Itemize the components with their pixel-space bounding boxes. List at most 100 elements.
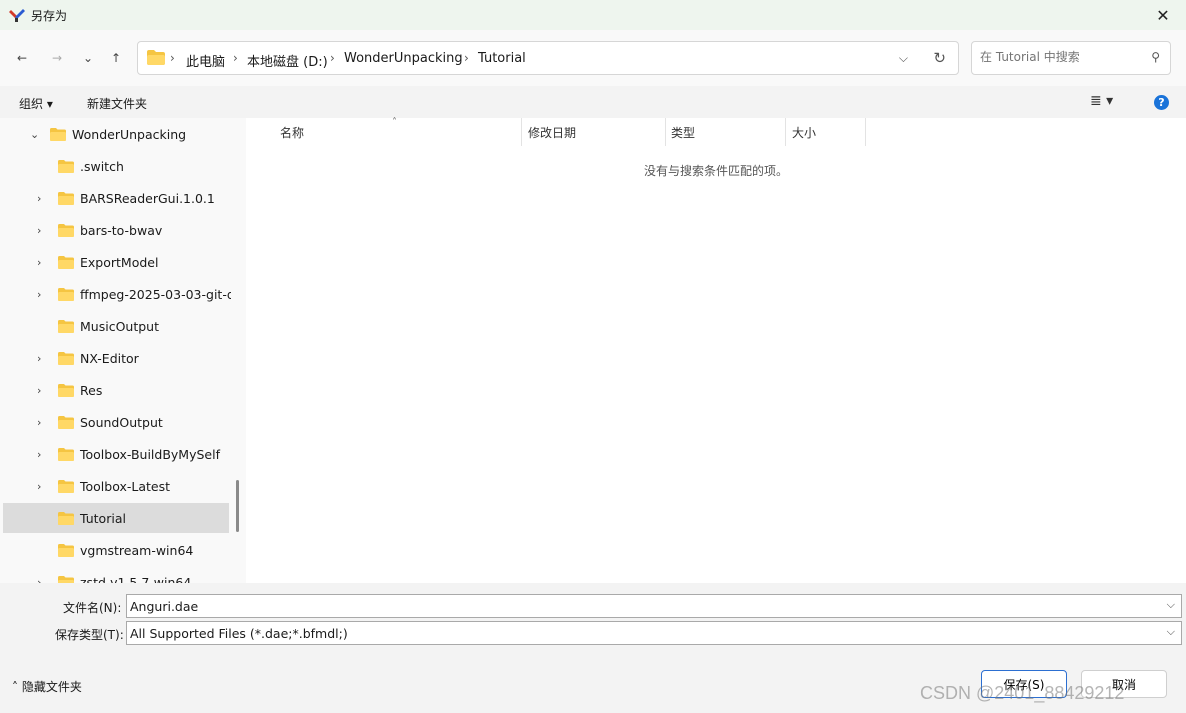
folder-icon (58, 159, 74, 173)
watermark: CSDN @2401_88429212 (920, 683, 1125, 703)
title-bar: 另存为 ✕ (0, 0, 1186, 30)
tree-item-label: ffmpeg-2025-03-03-git-d2 (80, 286, 243, 302)
recent-locations-button[interactable]: ⌄ (76, 46, 100, 70)
column-header-size[interactable]: 大小 (792, 124, 816, 141)
close-button[interactable]: ✕ (1140, 0, 1186, 30)
tree-item[interactable]: › NX-Editor (3, 343, 229, 373)
tree-item-label: ExportModel (80, 254, 159, 270)
scrollbar-thumb[interactable] (236, 480, 239, 532)
folder-icon (58, 383, 74, 397)
tree-item-label: vgmstream-win64 (80, 542, 194, 558)
tree-item[interactable]: › zstd-v1.5.7-win64 (3, 567, 229, 583)
filetype-select[interactable]: All Supported Files (*.dae;*.bfmdl;) ⌵ (126, 621, 1182, 645)
breadcrumb-separator-icon: › (170, 51, 175, 65)
breadcrumb-wonderunpacking[interactable]: WonderUnpacking (344, 51, 463, 66)
tree-item[interactable]: vgmstream-win64 (3, 535, 229, 565)
filename-field[interactable]: Anguri.dae ⌵ (126, 594, 1182, 618)
folder-icon (58, 255, 74, 269)
folder-icon (58, 447, 74, 461)
chevron-down-icon[interactable]: ⌵ (1167, 625, 1175, 639)
save-form: 文件名(N): Anguri.dae ⌵ 保存类型(T): All Suppor… (0, 583, 1186, 713)
tree-item-label: SoundOutput (80, 414, 163, 430)
folder-icon (58, 543, 74, 557)
folder-icon (58, 351, 74, 365)
folder-icon (50, 127, 66, 141)
up-button[interactable]: ↑ (104, 46, 128, 70)
tree-item-label: Tutorial (80, 510, 126, 526)
new-folder-button[interactable]: 新建文件夹 (87, 95, 147, 112)
tree-item-label: Toolbox-Latest (80, 478, 171, 494)
forward-button[interactable]: → (45, 46, 69, 70)
tree-item-label: NX-Editor (80, 350, 139, 366)
hide-folders-toggle[interactable]: ˄ 隐藏文件夹 (12, 678, 82, 695)
chevron-right-icon[interactable]: › (37, 384, 41, 397)
navigation-pane[interactable]: ⌄ WonderUnpacking .switch › BARSReaderGui.1.… (0, 118, 246, 583)
chevron-right-icon[interactable]: › (37, 576, 41, 584)
column-divider[interactable] (865, 118, 866, 146)
tree-item[interactable]: › bars-to-bwav (3, 215, 229, 245)
column-header-date[interactable]: 修改日期 (528, 124, 576, 141)
arrow-up-icon: ↑ (110, 51, 122, 65)
tree-item[interactable]: .switch (3, 151, 229, 181)
command-toolbar: 组织 ▾ 新建文件夹 ≣ ▾ ? (0, 86, 1186, 118)
tree-item[interactable]: MusicOutput (3, 311, 229, 341)
empty-message: 没有与搜索条件匹配的项。 (643, 164, 788, 178)
back-button[interactable]: ← (10, 46, 34, 70)
chevron-right-icon[interactable]: › (37, 256, 41, 269)
arrow-left-icon: ← (16, 51, 28, 65)
search-icon[interactable]: ⚲ (1151, 50, 1160, 64)
tree-item-label: Toolbox-BuildByMySelf (80, 446, 220, 462)
filename-label: 文件名(N): (63, 601, 122, 615)
tree-item-label: .switch (80, 158, 124, 174)
folder-icon (58, 479, 74, 493)
navigation-bar: ← → ⌄ ↑ › 此电脑 › 本地磁盘 (D:) › WonderUnpack… (0, 30, 1186, 86)
tree-item[interactable]: › Toolbox-Latest (3, 471, 229, 501)
address-dropdown-icon[interactable]: ⌵ (899, 51, 908, 66)
help-button[interactable]: ? (1154, 95, 1169, 110)
tree-item[interactable]: › ExportModel (3, 247, 229, 277)
breadcrumb-this-pc[interactable]: 此电脑 (186, 51, 225, 70)
folder-icon (58, 223, 74, 237)
chevron-right-icon[interactable]: › (37, 192, 41, 205)
chevron-right-icon[interactable]: › (37, 448, 41, 461)
chevron-down-icon[interactable]: ⌄ (30, 128, 39, 141)
column-divider[interactable] (521, 118, 522, 146)
search-input[interactable] (980, 50, 1140, 64)
tree-item[interactable]: › BARSReaderGui.1.0.1 (3, 183, 229, 213)
column-divider[interactable] (665, 118, 666, 146)
breadcrumb-local-disk[interactable]: 本地磁盘 (D:) (247, 51, 328, 70)
search-box[interactable]: ⚲ (971, 41, 1171, 75)
folder-icon (58, 191, 74, 205)
tree-scrollbar[interactable] (231, 118, 245, 583)
tree-item[interactable]: › SoundOutput (3, 407, 229, 437)
tree-item[interactable]: › Toolbox-BuildByMySelf (3, 439, 229, 469)
breadcrumb-tutorial[interactable]: Tutorial (478, 51, 526, 66)
tree-item[interactable]: ⌄ WonderUnpacking (3, 119, 229, 149)
address-bar[interactable]: › 此电脑 › 本地磁盘 (D:) › WonderUnpacking › Tu… (137, 41, 959, 75)
chevron-right-icon[interactable]: › (37, 224, 41, 237)
organize-button[interactable]: 组织 ▾ (19, 95, 53, 112)
folder-icon (58, 511, 74, 525)
folder-icon (147, 50, 165, 65)
column-header-name[interactable]: 名称 (280, 124, 304, 141)
chevron-right-icon[interactable]: › (37, 288, 41, 301)
folder-icon (58, 287, 74, 301)
chevron-right-icon[interactable]: › (37, 480, 41, 493)
chevron-right-icon[interactable]: › (37, 416, 41, 429)
tree-item-label: Res (80, 382, 103, 398)
view-options-button[interactable]: ≣ ▾ (1090, 93, 1113, 109)
refresh-icon[interactable]: ↻ (933, 49, 946, 67)
breadcrumb-separator-icon: › (464, 51, 469, 65)
filetype-value[interactable]: All Supported Files (*.dae;*.bfmdl;) (130, 626, 348, 641)
tree-item[interactable]: › Res (3, 375, 229, 405)
tree-item[interactable]: Tutorial (3, 503, 229, 533)
chevron-right-icon[interactable]: › (37, 352, 41, 365)
file-list[interactable]: ˄ 名称 修改日期 类型 大小 没有与搜索条件匹配的项。 (246, 117, 1186, 583)
column-divider[interactable] (785, 118, 786, 146)
breadcrumb-separator-icon: › (330, 51, 335, 65)
chevron-down-icon[interactable]: ⌵ (1167, 598, 1175, 612)
tree-item[interactable]: › ffmpeg-2025-03-03-git-d2 (3, 279, 243, 309)
column-header-type[interactable]: 类型 (671, 124, 695, 141)
filename-value[interactable]: Anguri.dae (130, 599, 198, 614)
folder-icon (58, 319, 74, 333)
